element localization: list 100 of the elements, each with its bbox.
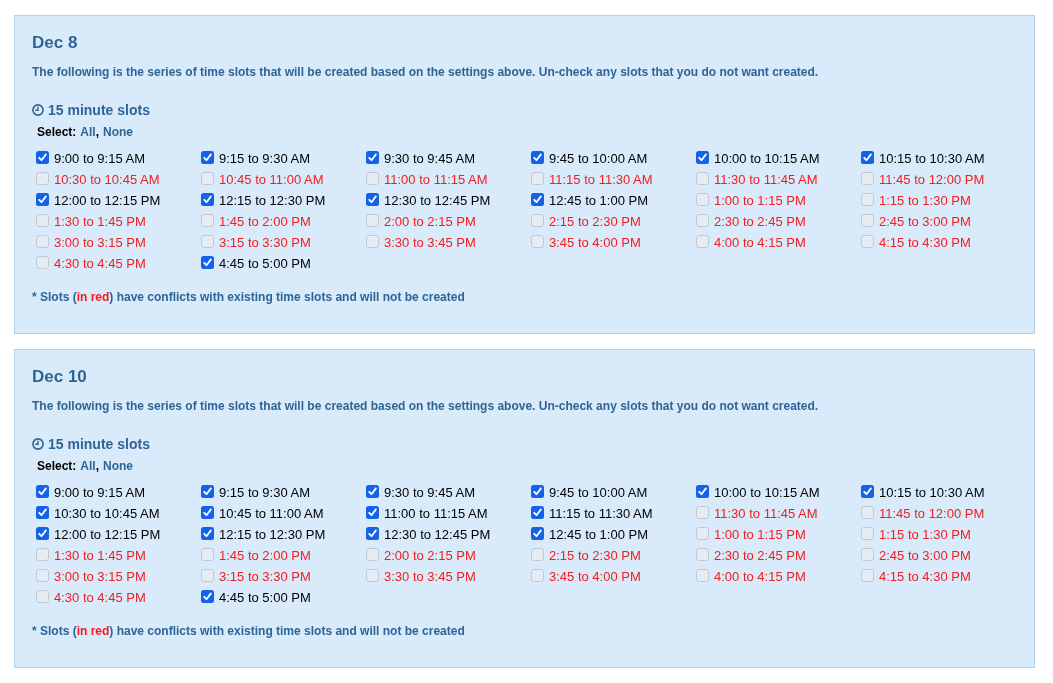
time-slot-label: 3:15 to 3:30 PM xyxy=(219,568,311,585)
time-slot-label: 11:45 to 12:00 PM xyxy=(879,171,985,188)
time-slot-label: 2:00 to 2:15 PM xyxy=(384,547,476,564)
time-slot-label: 4:15 to 4:30 PM xyxy=(879,234,971,251)
checkbox[interactable] xyxy=(531,192,544,206)
checkbox[interactable] xyxy=(201,192,214,206)
time-slot-label: 12:00 to 12:15 PM xyxy=(54,192,161,209)
time-slot-label: 1:00 to 1:15 PM xyxy=(714,192,806,209)
checkbox[interactable] xyxy=(861,150,874,164)
footnote-text: * Slots (in red) have conflicts with existing time slots and will not be created xyxy=(32,289,466,305)
time-slot-label: 12:45 to 1:00 PM xyxy=(549,526,648,543)
time-slot-label: 4:15 to 4:30 PM xyxy=(879,568,971,585)
date-heading: Dec 10 xyxy=(32,366,88,388)
time-slot-label: 2:30 to 2:45 PM xyxy=(714,213,806,230)
checkbox[interactable] xyxy=(531,484,544,498)
clock-icon xyxy=(32,438,44,450)
time-slot-label: 11:00 to 11:15 AM xyxy=(384,505,488,522)
select-link[interactable]: All xyxy=(80,458,96,474)
checkbox[interactable] xyxy=(36,505,49,519)
time-slot-label: 10:45 to 11:00 AM xyxy=(219,171,324,188)
comma-separator: , xyxy=(95,458,100,474)
time-slot-label: 9:15 to 9:30 AM xyxy=(219,484,311,501)
time-slot-label: 4:30 to 4:45 PM xyxy=(54,255,146,272)
checkbox[interactable] xyxy=(366,526,379,540)
time-slot-label: 9:45 to 10:00 AM xyxy=(549,484,648,501)
checkbox[interactable] xyxy=(366,192,379,206)
time-slot-label: 3:00 to 3:15 PM xyxy=(54,568,146,585)
time-slot-label: 11:30 to 11:45 AM xyxy=(714,505,818,522)
time-slot-label: 12:15 to 12:30 PM xyxy=(219,526,326,543)
clock-icon xyxy=(32,104,44,116)
time-slot-label: 4:00 to 4:15 PM xyxy=(714,568,806,585)
time-slot-label: 1:30 to 1:45 PM xyxy=(54,547,146,564)
time-slot-label: 4:00 to 4:15 PM xyxy=(714,234,806,251)
time-slot-label: 12:30 to 12:45 PM xyxy=(384,526,491,543)
checkbox[interactable] xyxy=(531,150,544,164)
time-slot-label: 3:30 to 3:45 PM xyxy=(384,568,476,585)
time-slot-label: 3:15 to 3:30 PM xyxy=(219,234,311,251)
time-slot-label: 3:00 to 3:15 PM xyxy=(54,234,146,251)
time-slot-label: 4:45 to 5:00 PM xyxy=(219,589,311,606)
time-slot-label: 2:30 to 2:45 PM xyxy=(714,547,806,564)
checkbox[interactable] xyxy=(366,505,379,519)
checkbox[interactable] xyxy=(201,505,214,519)
time-slot-label: 2:15 to 2:30 PM xyxy=(549,547,641,564)
select-link[interactable]: All xyxy=(80,124,96,140)
time-slot-label: 11:15 to 11:30 AM xyxy=(549,505,653,522)
time-slot-label: 11:45 to 12:00 PM xyxy=(879,505,985,522)
time-slot-label: 9:45 to 10:00 AM xyxy=(549,150,648,167)
checkbox[interactable] xyxy=(201,526,214,540)
time-slot-label: 2:00 to 2:15 PM xyxy=(384,213,476,230)
time-slot-label: 1:00 to 1:15 PM xyxy=(714,526,806,543)
time-slot-label: 11:30 to 11:45 AM xyxy=(714,171,818,188)
time-slot-label: 1:15 to 1:30 PM xyxy=(879,192,971,209)
checkbox[interactable] xyxy=(36,526,49,540)
time-slot-label: 10:45 to 11:00 AM xyxy=(219,505,324,522)
time-slot-label: 10:15 to 10:30 AM xyxy=(879,484,985,501)
checkbox[interactable] xyxy=(36,192,49,206)
time-slot-label: 2:45 to 3:00 PM xyxy=(879,547,971,564)
checkbox[interactable] xyxy=(36,150,49,164)
checkbox[interactable] xyxy=(36,484,49,498)
time-slot-label: 9:15 to 9:30 AM xyxy=(219,150,311,167)
checkbox[interactable] xyxy=(366,150,379,164)
checkbox[interactable] xyxy=(201,150,214,164)
footnote-text: * Slots (in red) have conflicts with existing time slots and will not be created xyxy=(32,623,466,639)
select-link[interactable]: None xyxy=(103,124,134,140)
select-label: Select: xyxy=(37,124,77,140)
time-slot-label: 4:45 to 5:00 PM xyxy=(219,255,311,272)
comma-separator: , xyxy=(95,124,100,140)
select-link[interactable]: None xyxy=(103,458,134,474)
time-slot-label: 3:30 to 3:45 PM xyxy=(384,234,476,251)
time-slot-label: 2:15 to 2:30 PM xyxy=(549,213,641,230)
time-slot-label: 1:30 to 1:45 PM xyxy=(54,213,146,230)
time-slot-label: 9:00 to 9:15 AM xyxy=(54,150,146,167)
checkbox[interactable] xyxy=(201,589,214,603)
checkbox[interactable] xyxy=(696,484,709,498)
time-slot-label: 10:15 to 10:30 AM xyxy=(879,150,985,167)
time-slot-label: 10:00 to 10:15 AM xyxy=(714,150,820,167)
time-slot-label: 1:45 to 2:00 PM xyxy=(219,547,311,564)
time-slot-label: 10:00 to 10:15 AM xyxy=(714,484,820,501)
checkbox[interactable] xyxy=(201,255,214,269)
checkbox[interactable] xyxy=(531,526,544,540)
time-slot-label: 3:45 to 4:00 PM xyxy=(549,568,641,585)
time-slot-label: 12:15 to 12:30 PM xyxy=(219,192,326,209)
checkbox[interactable] xyxy=(696,150,709,164)
time-slot-label: 11:00 to 11:15 AM xyxy=(384,171,488,188)
checkbox[interactable] xyxy=(861,484,874,498)
time-slot-label: 4:30 to 4:45 PM xyxy=(54,589,146,606)
time-slot-label: 11:15 to 11:30 AM xyxy=(549,171,653,188)
time-slot-label: 10:30 to 10:45 AM xyxy=(54,505,160,522)
time-slot-label: 3:45 to 4:00 PM xyxy=(549,234,641,251)
checkbox[interactable] xyxy=(531,505,544,519)
time-slot-label: 10:30 to 10:45 AM xyxy=(54,171,160,188)
section-title: 15 minute slots xyxy=(48,101,150,119)
time-slot-label: 2:45 to 3:00 PM xyxy=(879,213,971,230)
select-label: Select: xyxy=(37,458,77,474)
section-title: 15 minute slots xyxy=(48,435,150,453)
description-text: The following is the series of time slots that will be created based on the settings above. Un-check any slots that you do not want created. xyxy=(32,64,820,80)
time-slot-label: 12:45 to 1:00 PM xyxy=(549,192,648,209)
time-slot-label: 12:00 to 12:15 PM xyxy=(54,526,161,543)
checkbox[interactable] xyxy=(201,484,214,498)
checkbox[interactable] xyxy=(366,484,379,498)
